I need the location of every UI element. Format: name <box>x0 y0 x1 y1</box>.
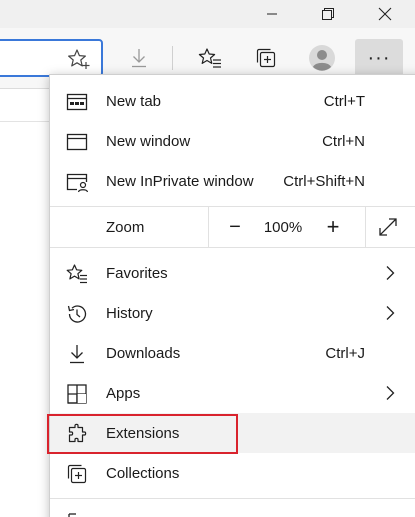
title-bar <box>0 0 415 28</box>
inprivate-icon <box>66 171 88 193</box>
menu-item-label: History <box>106 305 153 322</box>
zoom-plus-icon: + <box>326 214 340 239</box>
zoom-in-button[interactable]: + <box>316 207 350 247</box>
partial-menu-icon <box>66 512 88 517</box>
close-icon[interactable] <box>361 0 409 28</box>
menu-item-label: Collections <box>106 465 180 482</box>
menu-item-label: Apps <box>106 385 141 402</box>
favorites-icon <box>66 263 88 285</box>
settings-more-icon: ··· <box>367 46 391 69</box>
menu-item-label: New tab <box>106 93 162 110</box>
minimize-icon[interactable] <box>248 0 296 28</box>
menu-item-label: New InPrivate window <box>106 173 254 190</box>
profile-avatar-icon[interactable] <box>306 42 338 74</box>
zoom-label: Zoom <box>106 219 145 236</box>
new-window-icon <box>66 131 88 153</box>
menu-item-downloads[interactable]: Downloads Ctrl+J <box>50 333 415 373</box>
menu-item-new-tab[interactable]: New tab Ctrl+T <box>50 81 415 121</box>
menu-divider <box>50 498 415 499</box>
collections-icon[interactable] <box>250 42 282 74</box>
toolbar-separator <box>172 46 173 70</box>
chevron-right-icon <box>384 385 396 401</box>
new-tab-icon <box>66 91 88 113</box>
menu-item-favorites[interactable]: Favorites <box>50 253 415 293</box>
chevron-right-icon <box>384 305 396 321</box>
history-icon <box>66 303 88 325</box>
zoom-minus-icon: − <box>229 215 241 238</box>
zoom-value: 100% <box>263 219 303 236</box>
menu-item-shortcut: Ctrl+Shift+N <box>283 173 365 190</box>
favorites-icon[interactable] <box>194 42 226 74</box>
favorite-star-icon[interactable] <box>67 48 91 70</box>
fullscreen-button[interactable] <box>366 207 410 247</box>
menu-item-label: Favorites <box>106 265 168 282</box>
menu-item-history[interactable]: History <box>50 293 415 333</box>
restore-icon[interactable] <box>304 0 352 28</box>
collections-icon <box>66 463 88 485</box>
menu-item-new-window[interactable]: New window Ctrl+N <box>50 121 415 161</box>
zoom-row: Zoom − 100% + <box>50 207 415 247</box>
chevron-right-icon <box>384 265 396 281</box>
menu-item-collections[interactable]: Collections <box>50 453 415 493</box>
address-bar[interactable] <box>0 39 103 77</box>
menu-item-apps[interactable]: Apps <box>50 373 415 413</box>
menu-divider <box>50 247 415 248</box>
download-icon[interactable] <box>123 42 155 74</box>
apps-icon <box>66 383 88 405</box>
fullscreen-icon <box>378 217 398 237</box>
menu-item-label: New window <box>106 133 191 150</box>
menu-item-shortcut: Ctrl+J <box>325 345 365 362</box>
download-icon <box>66 343 88 365</box>
menu-item-new-inprivate-window[interactable]: New InPrivate window Ctrl+Shift+N <box>50 161 415 201</box>
settings-more-button[interactable]: ··· <box>355 39 403 77</box>
zoom-separator <box>208 207 209 247</box>
extensions-highlight-box <box>47 414 238 454</box>
zoom-out-button[interactable]: − <box>218 207 252 247</box>
menu-item-shortcut: Ctrl+T <box>323 93 365 110</box>
menu-item-label: Downloads <box>106 345 181 362</box>
menu-item-shortcut: Ctrl+N <box>322 133 365 150</box>
